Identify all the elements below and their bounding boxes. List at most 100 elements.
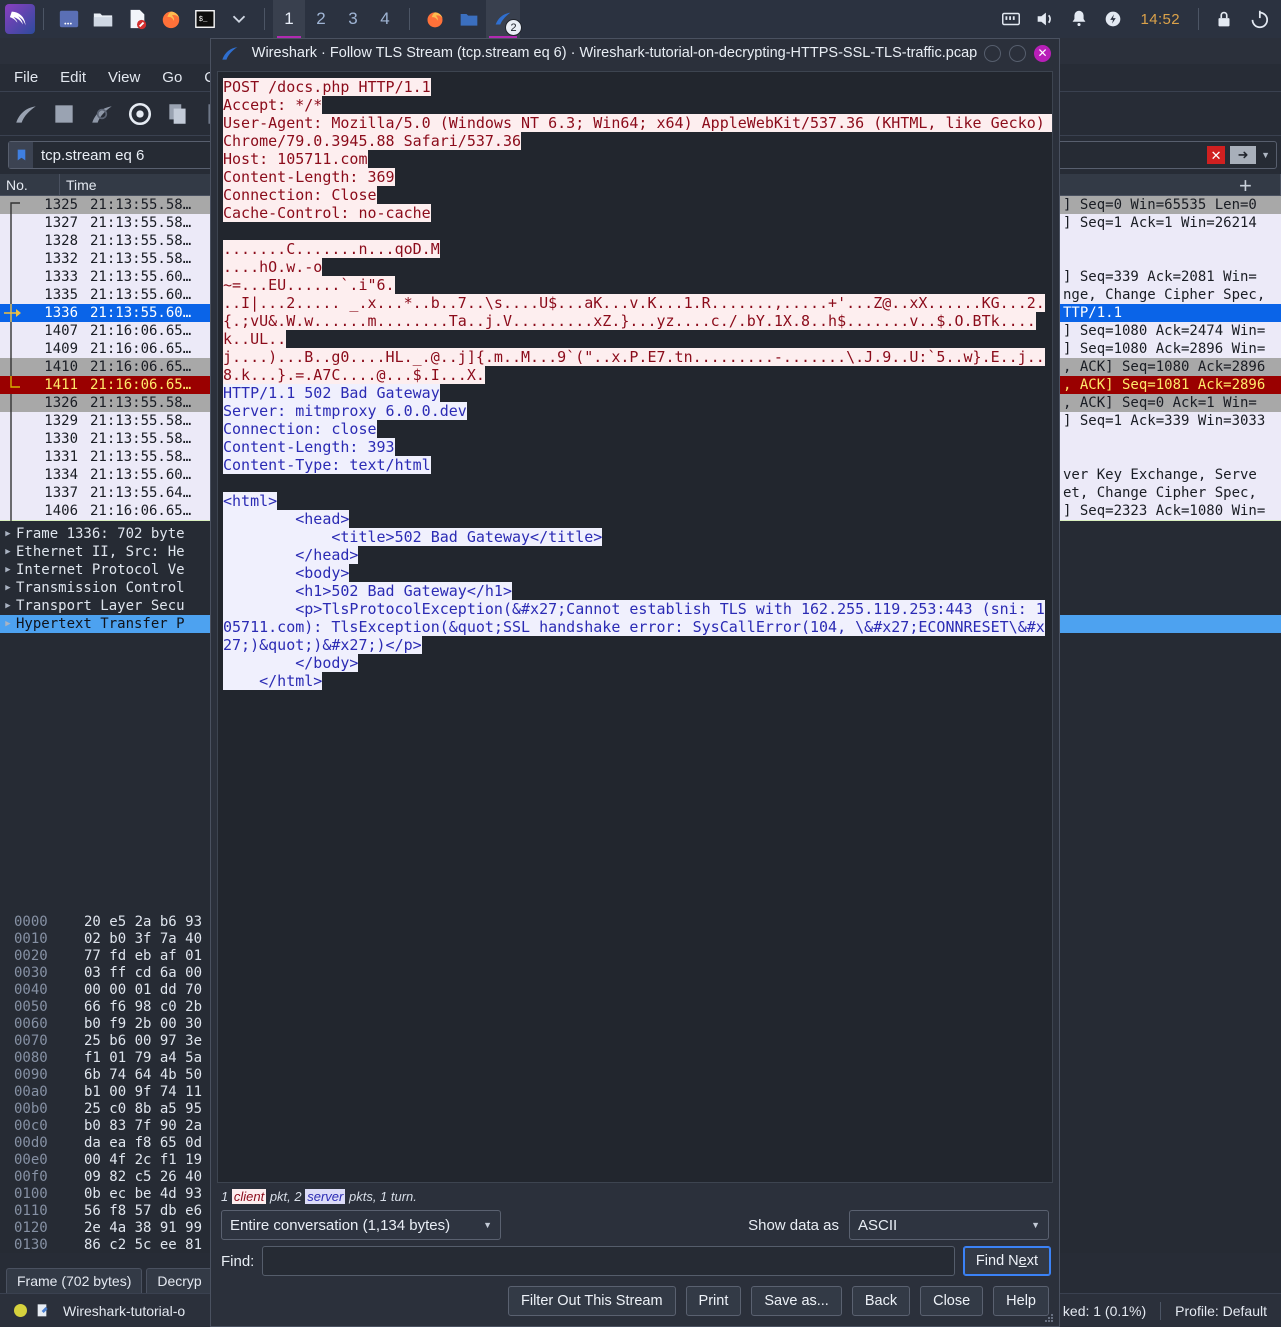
hex-bytes: 6b 74 64 4b 50: [84, 1066, 203, 1083]
hex-bytes: 25 b6 00 97 3e: [84, 1032, 203, 1049]
packet-number: 1329: [44, 413, 78, 429]
stream-line: POST /docs.php HTTP/1.1: [223, 78, 1048, 96]
packet-number: 1335: [44, 287, 78, 303]
hex-bytes: 77 fd eb af 01: [84, 947, 203, 964]
document-icon[interactable]: [120, 0, 154, 38]
stream-line: <h1>502 Bad Gateway</h1>: [223, 582, 1048, 600]
hex-bytes: 00 00 01 dd 70: [84, 981, 203, 998]
chevron-right-icon[interactable]: ▶: [0, 547, 16, 557]
chevron-down-icon: ▼: [1031, 1220, 1040, 1230]
close-icon[interactable]: ✕: [1034, 44, 1051, 62]
network-icon[interactable]: [994, 0, 1028, 38]
menu-go[interactable]: Go: [162, 69, 182, 86]
resize-grip[interactable]: [1043, 1311, 1055, 1323]
hex-offset: 0090: [14, 1066, 48, 1083]
taskbar-window-firefox[interactable]: [418, 0, 452, 38]
client-text: ....hO.w.-o: [223, 258, 323, 276]
capture-file-icon[interactable]: [35, 1303, 51, 1319]
chevron-down-icon[interactable]: [222, 0, 256, 38]
related-packet-indicator: [0, 430, 22, 448]
column-header-time[interactable]: Time: [60, 173, 225, 196]
packet-time: 21:16:06.65…: [90, 377, 192, 393]
packet-info: , ACK] Seq=1080 Ack=2896: [1063, 359, 1266, 375]
related-packet-indicator: [0, 484, 22, 502]
chevron-right-icon[interactable]: ▶: [0, 619, 16, 629]
hex-bytes: 0b ec be 4d 93: [84, 1185, 203, 1202]
volume-icon[interactable]: [1028, 0, 1062, 38]
find-row: Find: Find Ne xt: [211, 1246, 1059, 1282]
back-button[interactable]: Back: [851, 1286, 911, 1316]
save-as-button[interactable]: Save as...: [751, 1286, 842, 1316]
window-icon[interactable]: [52, 0, 86, 38]
logout-icon[interactable]: [1241, 0, 1275, 38]
stream-content-area[interactable]: POST /docs.php HTTP/1.1 Accept: */* User-A…: [217, 71, 1053, 1183]
column-header-no[interactable]: No.: [0, 173, 60, 196]
dialog-titlebar[interactable]: Wireshark · Follow TLS Stream (tcp.strea…: [211, 39, 1059, 67]
tab-decrypted[interactable]: Decryp: [146, 1268, 213, 1293]
display-filter-input[interactable]: tcp.stream eq 6: [33, 147, 144, 164]
stop-capture-icon[interactable]: [50, 100, 78, 128]
help-button[interactable]: Help: [993, 1286, 1049, 1316]
workspace-1[interactable]: 1: [273, 0, 305, 38]
capture-options-icon[interactable]: [126, 100, 154, 128]
clear-filter-icon[interactable]: ✕: [1207, 146, 1226, 164]
workspace-2[interactable]: 2: [305, 0, 337, 38]
hex-offset: 0130: [14, 1236, 48, 1253]
status-capture-file: Wireshark-tutorial-o: [63, 1302, 186, 1319]
related-packet-indicator: [0, 412, 22, 430]
kali-logo-icon[interactable]: [5, 4, 35, 34]
open-file-icon[interactable]: [164, 100, 192, 128]
chevron-right-icon[interactable]: ▶: [0, 583, 16, 593]
chevron-right-icon[interactable]: ▶: [0, 601, 16, 611]
find-label: Find:: [221, 1252, 255, 1270]
server-text: </head>: [223, 546, 359, 564]
server-text: <html>: [223, 492, 278, 510]
stream-line: Content-Type: text/html: [223, 456, 1048, 474]
apply-filter-icon[interactable]: ➜: [1230, 146, 1257, 164]
stream-line: <title>502 Bad Gateway</title>: [223, 528, 1048, 546]
status-profile[interactable]: Profile: Default: [1175, 1303, 1267, 1319]
bookmark-icon[interactable]: [9, 142, 33, 168]
workspace-4[interactable]: 4: [369, 0, 401, 38]
maximize-button[interactable]: [1009, 44, 1026, 62]
start-capture-icon[interactable]: [12, 100, 40, 128]
close-button[interactable]: Close: [920, 1286, 984, 1316]
find-input[interactable]: [262, 1246, 955, 1276]
menu-file[interactable]: File: [14, 69, 38, 86]
taskbar: $_ 1 2 3 4 2 14:52: [0, 0, 1281, 38]
power-icon[interactable]: [1096, 0, 1130, 38]
folder-icon[interactable]: [86, 0, 120, 38]
conversation-select[interactable]: Entire conversation (1,134 bytes) ▼: [221, 1210, 501, 1240]
restart-capture-icon[interactable]: [88, 100, 116, 128]
filter-history-chevron-down-icon[interactable]: ▼: [1261, 150, 1270, 160]
show-data-as-select[interactable]: ASCII ▼: [849, 1210, 1049, 1240]
chevron-right-icon[interactable]: ▶: [0, 565, 16, 575]
stream-line: ..I|...2..... _.x...*..b..7..\s....U$...…: [223, 294, 1048, 348]
menu-view[interactable]: View: [108, 69, 140, 86]
tab-frame[interactable]: Frame (702 bytes): [6, 1268, 143, 1293]
terminal-icon[interactable]: $_: [188, 0, 222, 38]
print-button[interactable]: Print: [685, 1286, 742, 1316]
client-text: ~=...EU......`.i"6.: [223, 276, 395, 294]
packet-number: 1407: [44, 323, 78, 339]
stream-line: [223, 474, 1048, 492]
tree-item-label: Transmission Control: [16, 580, 185, 596]
lock-icon[interactable]: [1207, 0, 1241, 38]
taskbar-window-wireshark[interactable]: 2: [486, 0, 522, 38]
bell-icon[interactable]: [1062, 0, 1096, 38]
packet-number: 1411: [44, 377, 78, 393]
filter-out-this-stream-button[interactable]: Filter Out This Stream: [507, 1286, 676, 1316]
hex-offset: 0110: [14, 1202, 48, 1219]
menu-edit[interactable]: Edit: [60, 69, 86, 86]
expert-info-icon[interactable]: [14, 1304, 27, 1317]
related-packet-indicator: [0, 304, 22, 322]
minimize-button[interactable]: [984, 44, 1001, 62]
chevron-right-icon[interactable]: ▶: [0, 529, 16, 539]
conversation-select-value: Entire conversation (1,134 bytes): [230, 1216, 451, 1234]
taskbar-window-files[interactable]: [452, 0, 486, 38]
packet-info: et, Change Cipher Spec,: [1063, 485, 1257, 501]
workspace-3[interactable]: 3: [337, 0, 369, 38]
firefox-icon[interactable]: [154, 0, 188, 38]
packet-time: 21:13:55.58…: [90, 197, 192, 213]
find-next-button[interactable]: Find Ne xt: [962, 1246, 1051, 1276]
